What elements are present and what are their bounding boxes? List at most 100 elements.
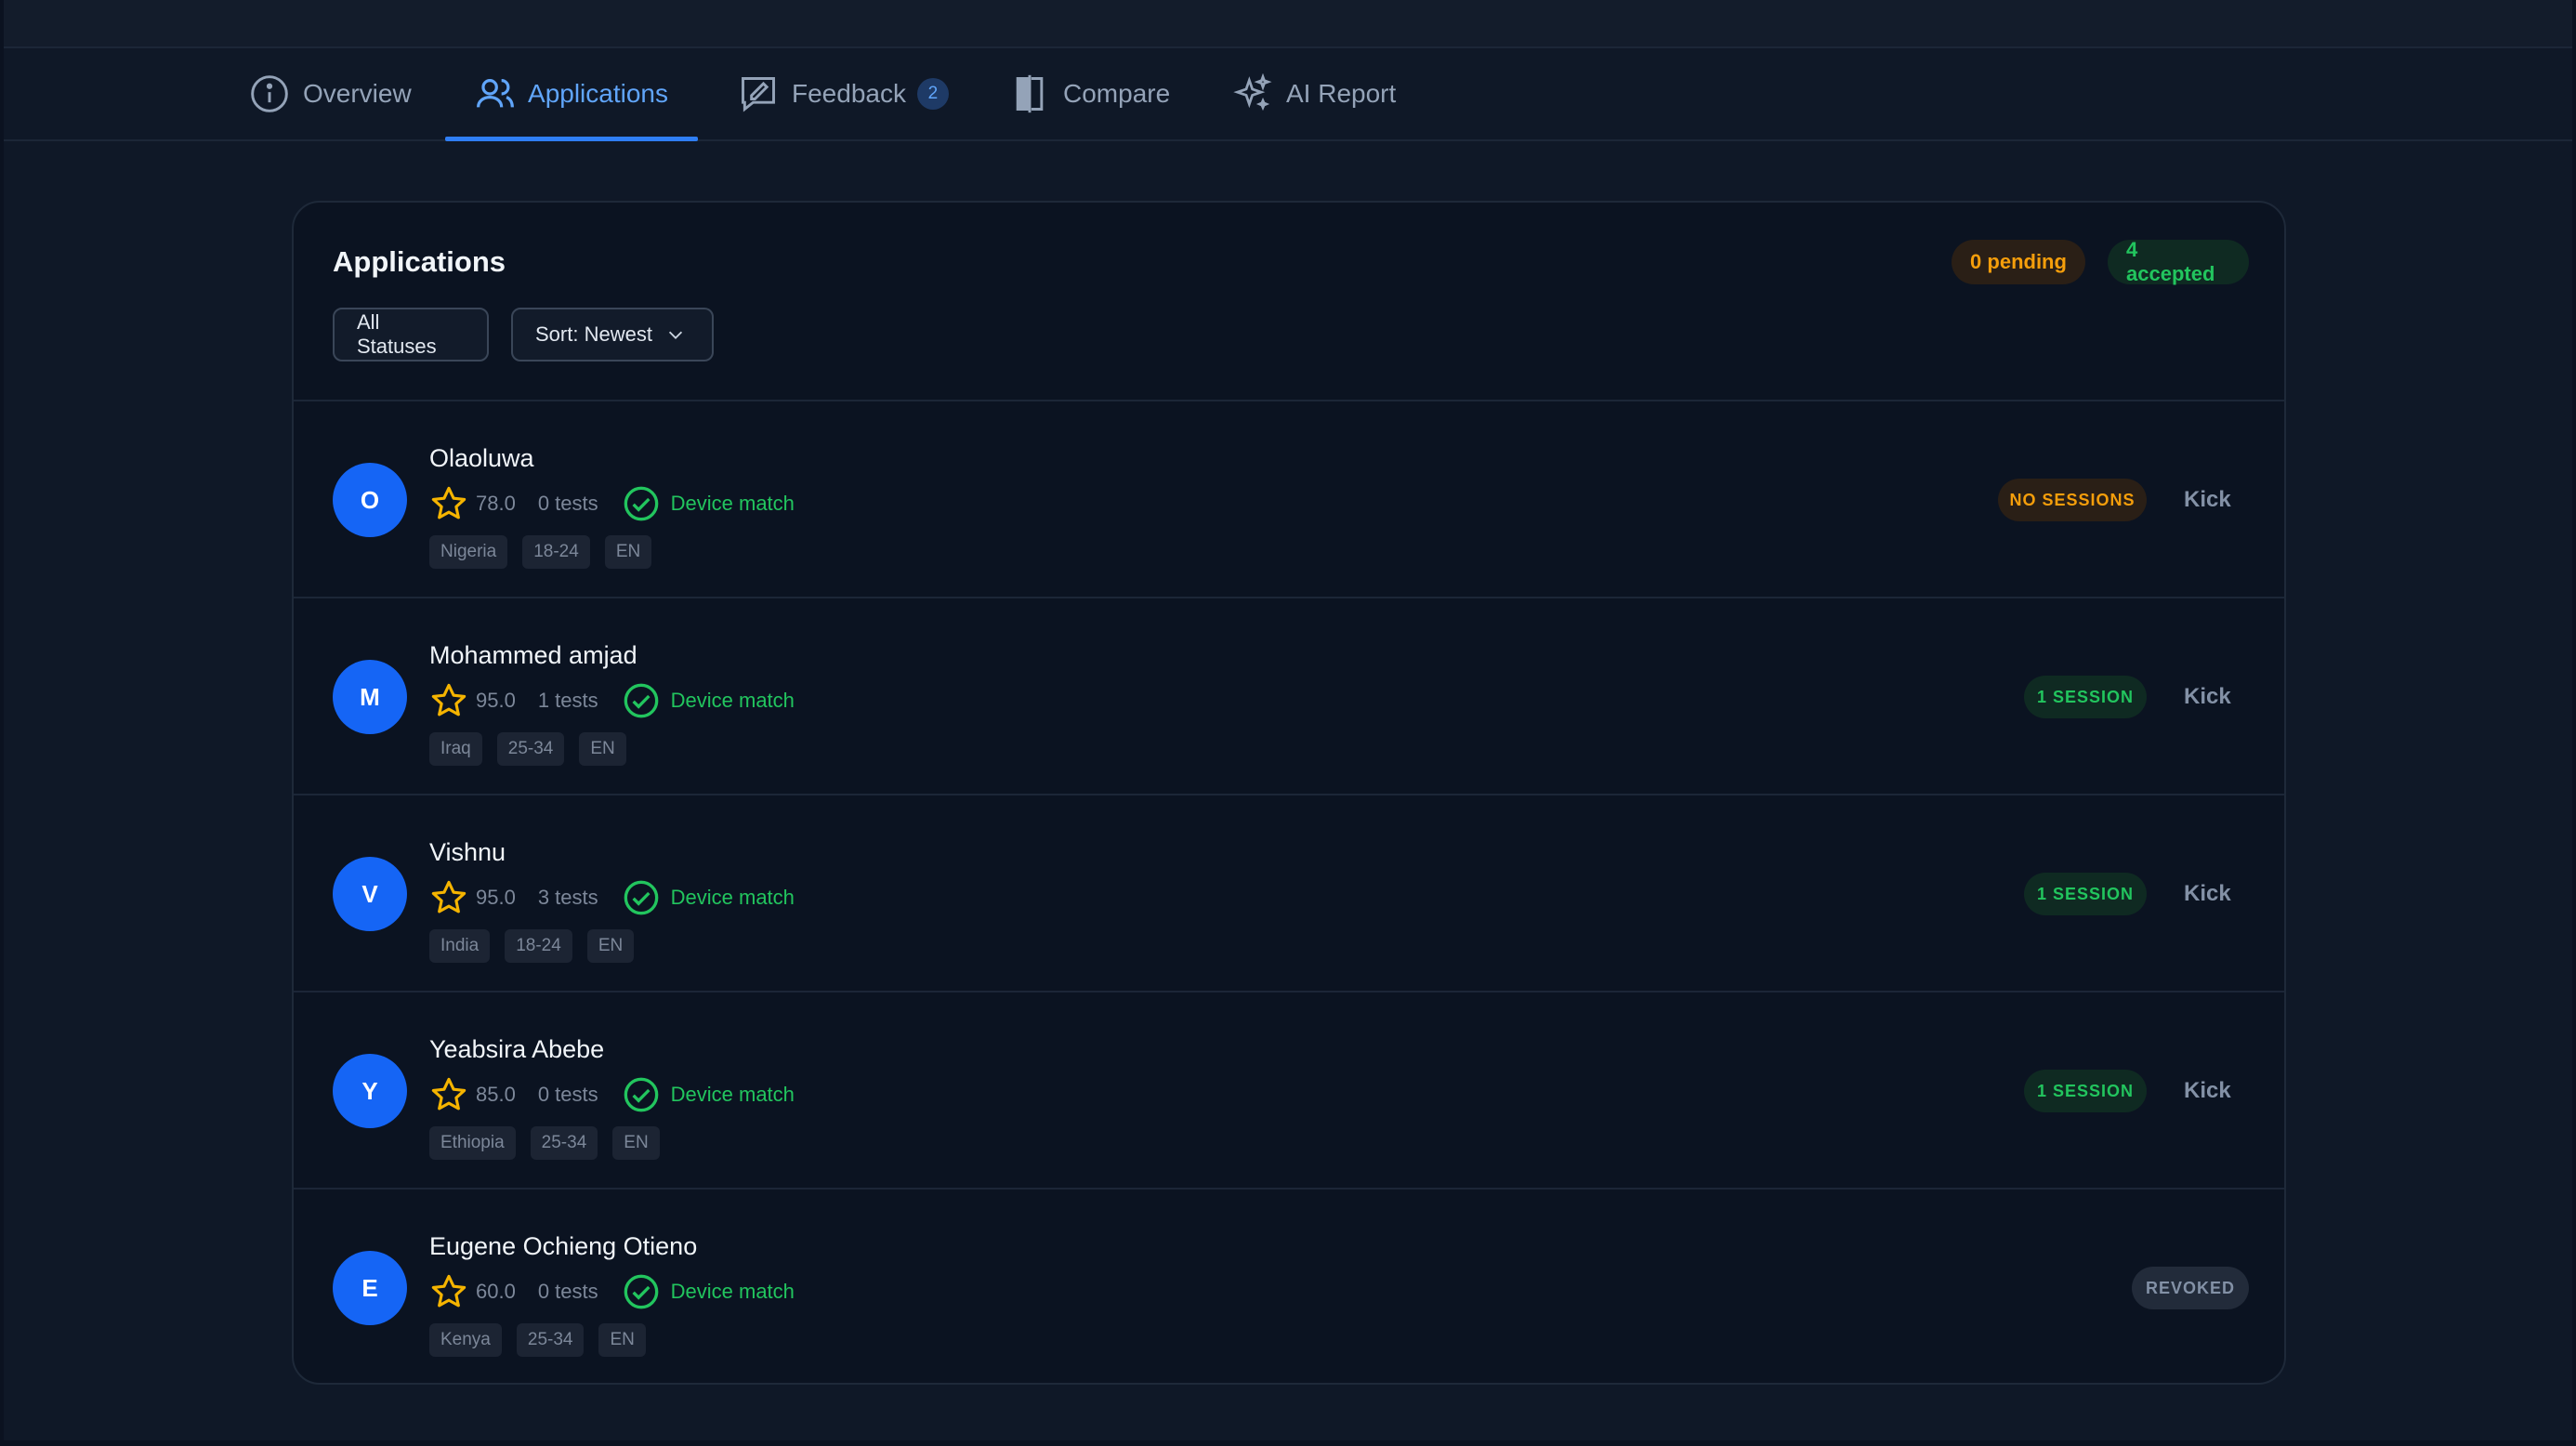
kick-button[interactable]: Kick bbox=[2184, 487, 2231, 513]
applicant-tags: Iraq 25-34 EN bbox=[429, 732, 641, 766]
applications-card: Applications 0 pending 4 accepted All St… bbox=[292, 201, 2286, 1385]
users-icon bbox=[476, 79, 514, 108]
kick-button[interactable]: Kick bbox=[2184, 684, 2231, 710]
applicant-rating: 85.0 bbox=[476, 1083, 516, 1106]
tab-overview[interactable]: Overview bbox=[249, 48, 412, 139]
sparkles-icon bbox=[1233, 73, 1272, 112]
applicant-tests: 1 tests bbox=[537, 689, 598, 712]
star-icon bbox=[431, 486, 467, 519]
session-status-badge: NO SESSIONS bbox=[1998, 479, 2147, 521]
check-circle-icon bbox=[624, 880, 658, 915]
applicant-rating: 95.0 bbox=[476, 886, 516, 909]
status-filter-label: All Statuses bbox=[357, 310, 437, 358]
applicant-tests: 0 tests bbox=[537, 492, 598, 515]
applicant-tag: 25-34 bbox=[496, 732, 565, 766]
tab-compare[interactable]: Compare bbox=[1009, 48, 1170, 139]
device-match-label: Device match bbox=[670, 1280, 795, 1303]
session-status-badge: 1 SESSION bbox=[2024, 1070, 2147, 1112]
applicant-name: Eugene Ochieng Otieno bbox=[429, 1232, 698, 1260]
tab-ai-report-label: AI Report bbox=[1286, 79, 1397, 108]
applicant-row: O Olaoluwa 78.0 0 tests Device match Nigeria 1… bbox=[294, 401, 2284, 597]
applicant-tags: Kenya 25-34 EN bbox=[429, 1323, 661, 1357]
applicant-name: Olaoluwa bbox=[429, 444, 534, 472]
applicant-tags: India 18-24 EN bbox=[429, 929, 649, 963]
check-circle-icon bbox=[624, 1274, 658, 1309]
check-circle-icon bbox=[624, 683, 658, 718]
applicant-meta: 95.0 1 tests Device match bbox=[429, 680, 795, 721]
tab-compare-label: Compare bbox=[1063, 79, 1171, 108]
applicant-rating: 60.0 bbox=[476, 1280, 516, 1303]
applicant-rating: 95.0 bbox=[476, 689, 516, 712]
star-icon bbox=[431, 1274, 467, 1308]
device-match-label: Device match bbox=[670, 886, 795, 909]
applicant-tags: Ethiopia 25-34 EN bbox=[429, 1126, 675, 1160]
applicant-tag: 25-34 bbox=[516, 1323, 585, 1357]
kick-button[interactable]: Kick bbox=[2184, 1078, 2231, 1104]
applicant-row: V Vishnu 95.0 3 tests Device match India 18-24… bbox=[294, 795, 2284, 991]
tab-feedback-label: Feedback bbox=[792, 79, 906, 108]
sort-dropdown[interactable]: Sort: Newest bbox=[511, 308, 714, 362]
applicant-tag: 18-24 bbox=[505, 929, 572, 963]
applicant-row: Y Yeabsira Abebe 85.0 0 tests Device match Et… bbox=[294, 992, 2284, 1188]
applicant-meta: 78.0 0 tests Device match bbox=[429, 483, 795, 524]
applicant-tests: 0 tests bbox=[537, 1280, 598, 1303]
device-match-label: Device match bbox=[670, 492, 795, 515]
applicant-tag: India bbox=[429, 929, 491, 963]
session-status-badge: 1 SESSION bbox=[2024, 873, 2147, 915]
kick-button[interactable]: Kick bbox=[2184, 881, 2231, 907]
applicant-tag: EN bbox=[579, 732, 626, 766]
chevron-down-icon bbox=[668, 331, 683, 339]
feedback-icon bbox=[742, 77, 775, 112]
applicant-name: Vishnu bbox=[429, 838, 506, 866]
tab-overview-label: Overview bbox=[303, 79, 412, 108]
session-status-badge: 1 SESSION bbox=[2024, 676, 2147, 718]
applicant-tag: EN bbox=[612, 1126, 660, 1160]
session-status-badge: REVOKED bbox=[2132, 1267, 2249, 1309]
check-circle-icon bbox=[624, 486, 658, 521]
accepted-count-badge: 4 accepted bbox=[2108, 238, 2249, 285]
star-icon bbox=[431, 880, 467, 914]
applicant-tests: 3 tests bbox=[537, 886, 598, 909]
applicant-meta: 95.0 3 tests Device match bbox=[429, 877, 795, 918]
app-window: Overview Applications Feedback 2 Compare… bbox=[4, 0, 2572, 1440]
sort-dropdown-label: Sort: Newest bbox=[535, 322, 652, 346]
avatar: M bbox=[333, 660, 407, 734]
avatar: V bbox=[333, 857, 407, 931]
tab-bar: Overview Applications Feedback 2 Compare… bbox=[4, 48, 2572, 141]
applicant-tag: Nigeria bbox=[429, 535, 508, 569]
applicant-row: E Eugene Ochieng Otieno 60.0 0 tests Device … bbox=[294, 1190, 2284, 1383]
applicant-tag: 25-34 bbox=[530, 1126, 598, 1160]
applicant-tag: EN bbox=[604, 535, 652, 569]
check-circle-icon bbox=[624, 1077, 658, 1112]
device-match-label: Device match bbox=[670, 689, 795, 712]
avatar: Y bbox=[333, 1054, 407, 1128]
applicant-name: Mohammed amjad bbox=[429, 641, 637, 669]
avatar: O bbox=[333, 463, 407, 537]
applicant-tag: 18-24 bbox=[522, 535, 590, 569]
tab-feedback[interactable]: Feedback 2 bbox=[738, 48, 949, 139]
applicant-tag: Iraq bbox=[429, 732, 482, 766]
top-bar bbox=[4, 0, 2572, 48]
compare-icon bbox=[1016, 74, 1044, 113]
star-icon bbox=[431, 1077, 467, 1111]
tab-applications[interactable]: Applications bbox=[445, 48, 698, 141]
pending-count-badge: 0 pending bbox=[1952, 240, 2085, 284]
star-icon bbox=[431, 683, 467, 716]
applicant-tag: EN bbox=[586, 929, 635, 963]
applicant-meta: 85.0 0 tests Device match bbox=[429, 1074, 795, 1115]
device-match-label: Device match bbox=[670, 1083, 795, 1106]
tab-ai-report[interactable]: AI Report bbox=[1232, 48, 1396, 139]
applicant-rating: 78.0 bbox=[476, 492, 516, 515]
feedback-count-badge: 2 bbox=[916, 78, 949, 110]
applicant-name: Yeabsira Abebe bbox=[429, 1035, 605, 1063]
applicant-tags: Nigeria 18-24 EN bbox=[429, 535, 666, 569]
info-icon bbox=[251, 75, 288, 112]
applicant-tag: Kenya bbox=[429, 1323, 502, 1357]
applicant-tests: 0 tests bbox=[537, 1083, 598, 1106]
avatar: E bbox=[333, 1251, 407, 1325]
tab-applications-label: Applications bbox=[528, 79, 668, 108]
applicant-row: M Mohammed amjad 95.0 1 tests Device match Ir… bbox=[294, 598, 2284, 794]
status-filter-button[interactable]: All Statuses bbox=[333, 308, 489, 362]
applicant-tag: EN bbox=[598, 1323, 646, 1357]
applicant-tag: Ethiopia bbox=[429, 1126, 516, 1160]
